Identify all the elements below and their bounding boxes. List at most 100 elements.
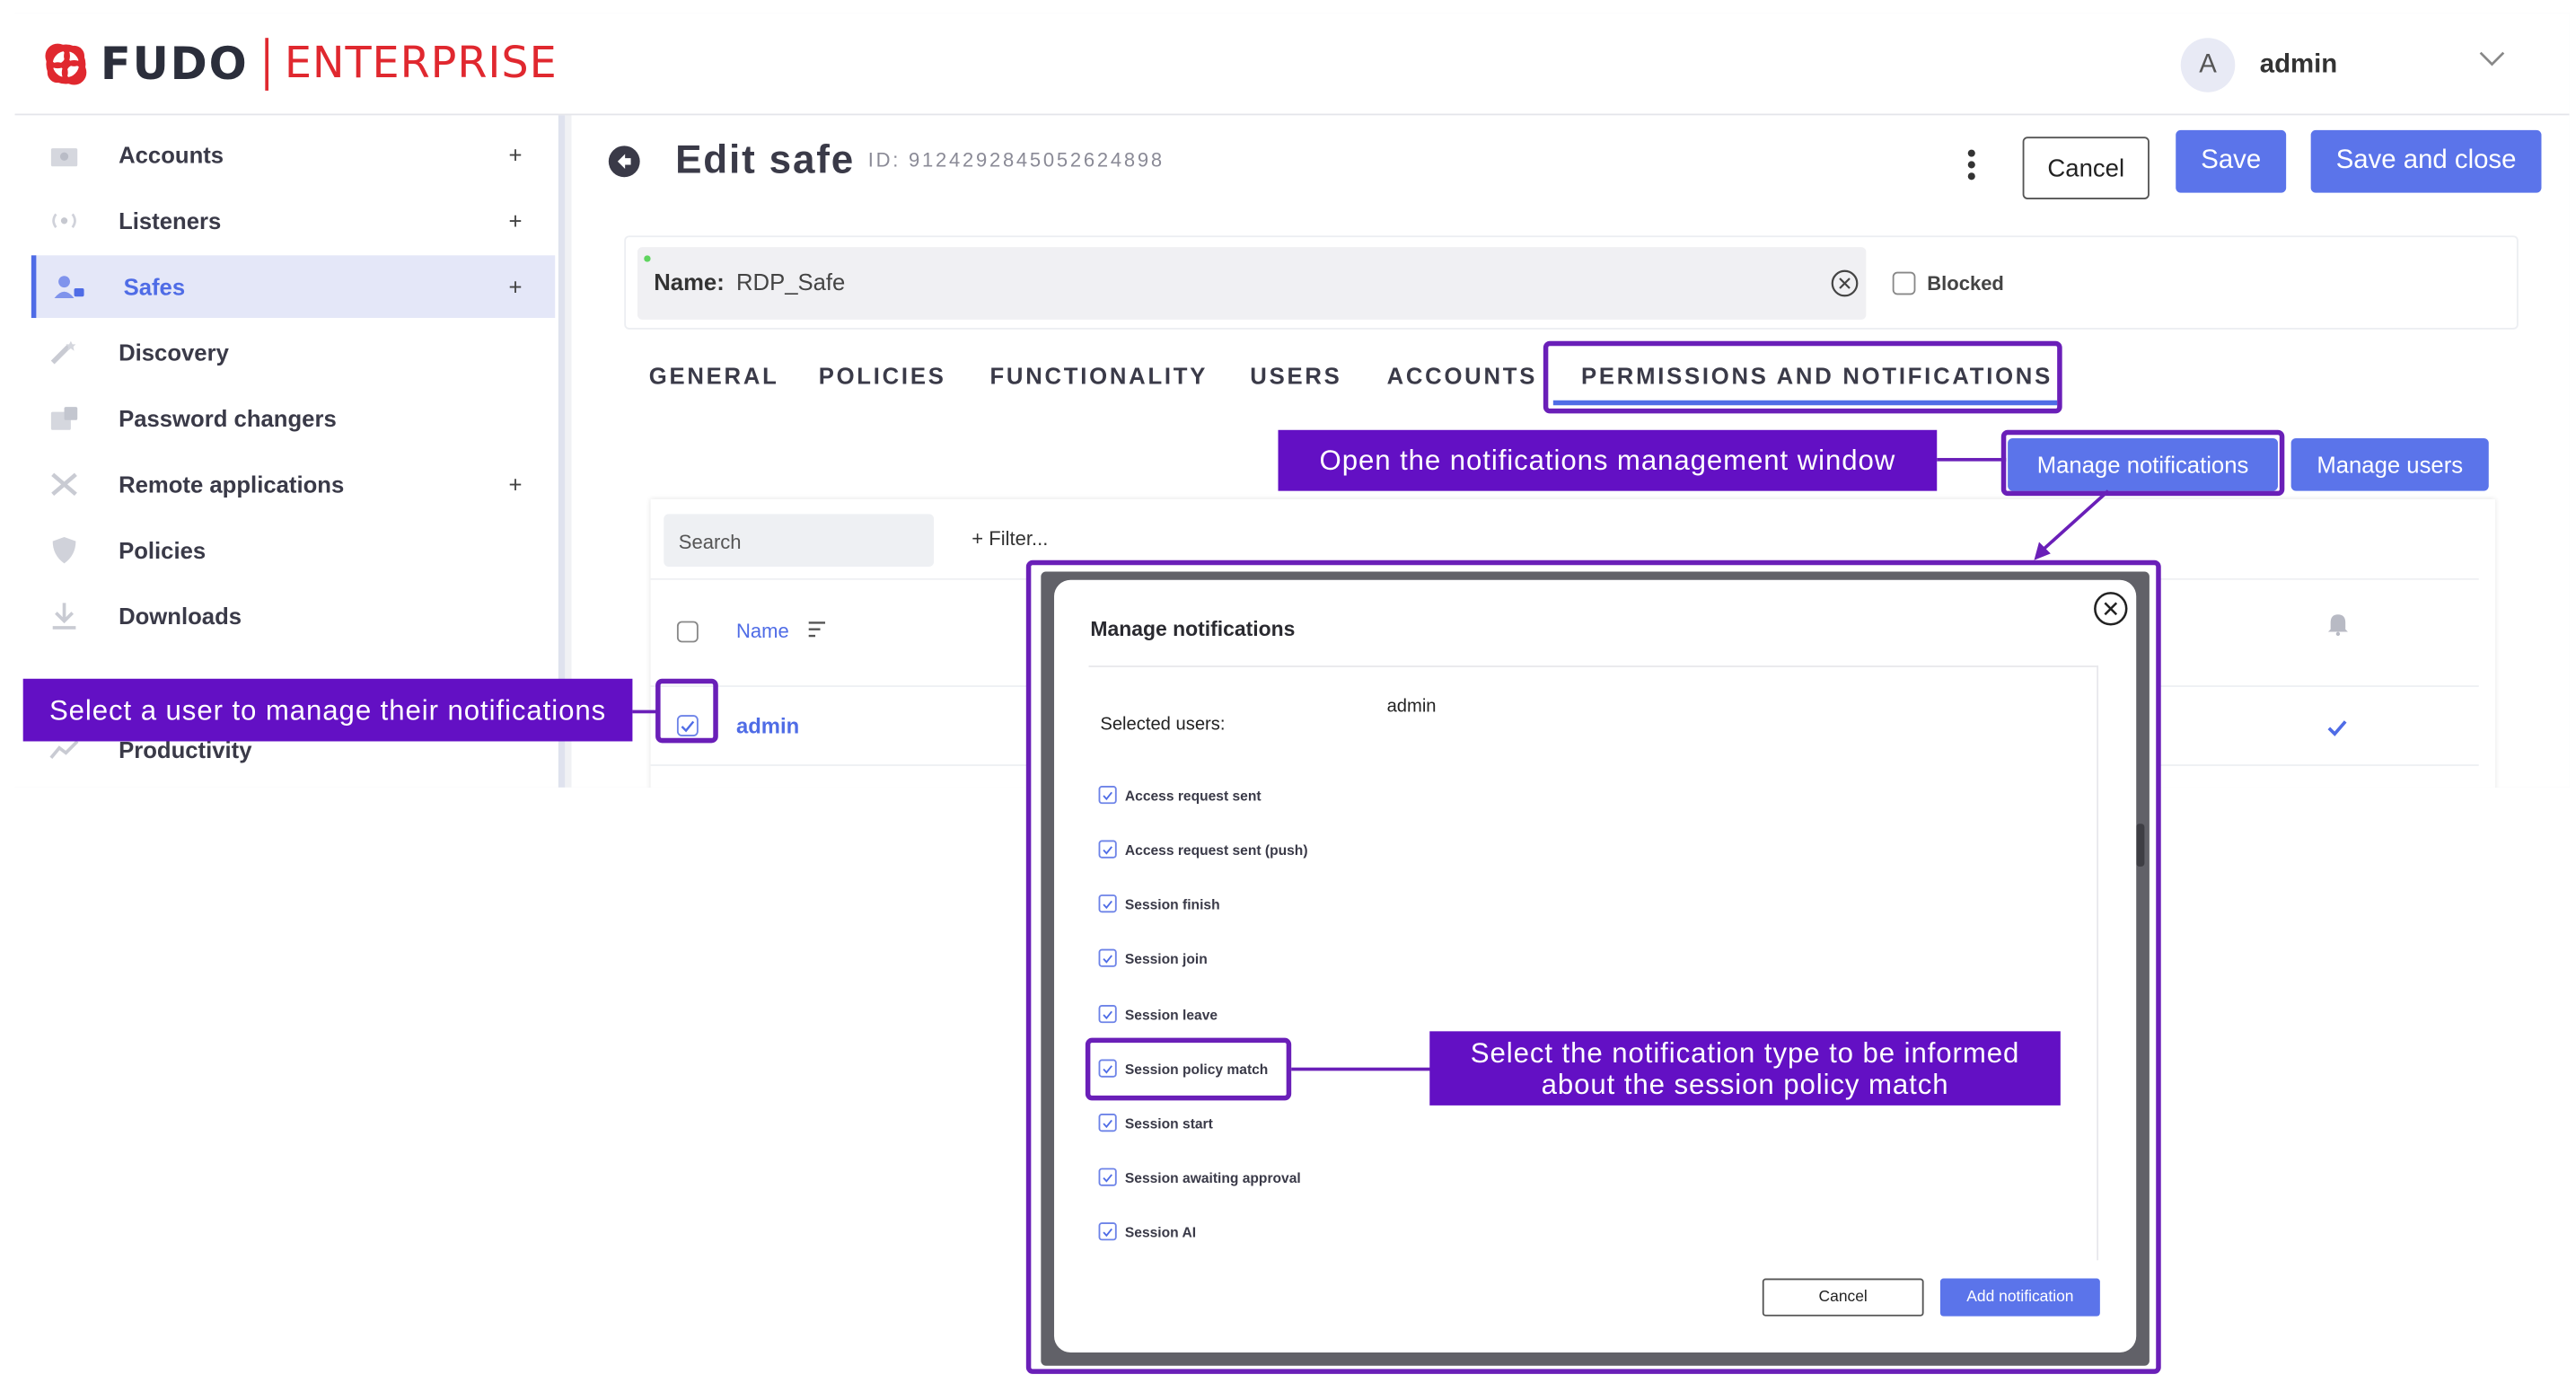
manage-notifications-dialog: Manage notifications Selected users: adm… xyxy=(1054,579,2137,1353)
notification-label: Session awaiting approval xyxy=(1124,1168,1301,1185)
bell-icon xyxy=(2327,614,2348,637)
avatar[interactable]: A xyxy=(2180,38,2236,93)
notification-checkbox[interactable] xyxy=(1098,1167,1117,1186)
sidebar-item-policies[interactable]: Policies xyxy=(31,519,555,582)
notification-option[interactable]: Session leave xyxy=(1098,1004,1218,1024)
notification-option[interactable]: Session AI xyxy=(1098,1222,1197,1241)
manage-users-button[interactable]: Manage users xyxy=(2290,437,2489,491)
sidebar-item-accounts[interactable]: Accounts + xyxy=(31,124,555,187)
back-icon[interactable] xyxy=(608,145,641,178)
tab-accounts[interactable]: ACCOUNTS xyxy=(1387,363,1538,389)
callout-connector xyxy=(1291,1067,1432,1071)
session-policy-match-highlight xyxy=(1085,1037,1292,1101)
logo-word: FUDO xyxy=(100,39,249,90)
notification-checkbox[interactable] xyxy=(1098,1222,1117,1241)
password-changers-icon xyxy=(48,402,81,436)
more-options-icon[interactable] xyxy=(1966,148,1976,181)
notified-check-icon xyxy=(2327,720,2347,736)
blocked-checkbox[interactable] xyxy=(1892,271,1916,295)
notification-option[interactable]: Session awaiting approval xyxy=(1098,1167,1301,1186)
search-input[interactable]: Search xyxy=(664,514,935,568)
notification-option[interactable]: Access request sent xyxy=(1098,786,1262,805)
safe-name-field[interactable]: Name: RDP_Safe xyxy=(637,247,1867,320)
notification-checkbox[interactable] xyxy=(1098,948,1117,967)
sidebar-item-discovery[interactable]: Discovery xyxy=(31,322,555,384)
name-value[interactable]: RDP_Safe xyxy=(736,269,845,295)
sort-icon[interactable] xyxy=(807,620,827,639)
fudo-logo-mark-icon xyxy=(45,43,87,85)
sidebar-item-label: Remote applications xyxy=(119,471,345,498)
sidebar-item-password-changers[interactable]: Password changers xyxy=(31,387,555,450)
notification-option[interactable]: Session start xyxy=(1098,1114,1213,1132)
add-remote-application-icon[interactable]: + xyxy=(508,471,522,498)
user-menu[interactable]: A admin xyxy=(2180,38,2337,93)
top-bar: FUDO ENTERPRISE A admin xyxy=(14,13,2570,116)
screenshot-stage: FUDO ENTERPRISE A admin Accounts + Liste… xyxy=(0,0,2576,1392)
remote-applications-icon xyxy=(48,468,81,501)
safe-name-card: Name: RDP_Safe Blocked xyxy=(624,235,2519,330)
arrow-connector xyxy=(2034,489,2110,560)
tab-highlight-frame xyxy=(1543,340,2062,414)
sidebar-item-remote-applications[interactable]: Remote applications + xyxy=(31,453,555,515)
user-name-link[interactable]: admin xyxy=(736,713,799,738)
filter-button[interactable]: + Filter... xyxy=(971,527,1048,551)
add-account-icon[interactable]: + xyxy=(508,142,522,168)
chevron-down-icon[interactable] xyxy=(2477,46,2507,69)
tab-functionality[interactable]: FUNCTIONALITY xyxy=(989,363,1208,389)
sidebar-item-downloads[interactable]: Downloads xyxy=(31,585,555,648)
add-listener-icon[interactable]: + xyxy=(508,207,522,233)
selected-users-label: Selected users: xyxy=(1100,715,1226,736)
row-checkbox-highlight xyxy=(655,678,718,744)
sidebar-item-listeners[interactable]: Listeners + xyxy=(31,189,555,252)
notification-label: Access request sent xyxy=(1124,786,1262,804)
sidebar-item-label: Listeners xyxy=(119,207,222,234)
cancel-button[interactable]: Cancel xyxy=(2022,137,2150,199)
save-and-close-button[interactable]: Save and close xyxy=(2310,129,2542,193)
sidebar-item-label: Downloads xyxy=(119,603,242,630)
save-button[interactable]: Save xyxy=(2176,129,2287,193)
downloads-icon xyxy=(48,600,81,633)
check-icon xyxy=(1103,790,1112,800)
notification-checkbox[interactable] xyxy=(1098,1004,1117,1024)
name-label: Name: xyxy=(654,269,725,295)
notification-label: Session AI xyxy=(1124,1223,1197,1240)
logo-edition: ENTERPRISE xyxy=(284,40,558,90)
dialog-title: Manage notifications xyxy=(1090,617,1296,641)
add-notification-button[interactable]: Add notification xyxy=(1939,1278,2100,1317)
safes-icon xyxy=(53,270,86,304)
notification-label: Session join xyxy=(1124,949,1208,966)
notification-checkbox[interactable] xyxy=(1098,894,1117,913)
fudo-logo: FUDO ENTERPRISE xyxy=(41,36,558,92)
notification-checkbox[interactable] xyxy=(1098,840,1117,859)
callout-line: about the session policy match xyxy=(1541,1068,1949,1100)
check-icon xyxy=(1103,1227,1112,1237)
notification-option[interactable]: Session finish xyxy=(1098,894,1220,913)
sidebar-item-label: Policies xyxy=(119,537,207,564)
select-all-checkbox[interactable] xyxy=(676,621,699,643)
tab-users[interactable]: USERS xyxy=(1250,363,1341,389)
user-name[interactable]: admin xyxy=(2260,50,2337,80)
notification-checkbox[interactable] xyxy=(1098,1114,1117,1132)
manage-notifications-highlight xyxy=(2000,429,2285,497)
sidebar-item-safes[interactable]: Safes + xyxy=(31,255,556,319)
callout-connector xyxy=(1937,457,2007,462)
check-icon xyxy=(1103,1009,1112,1019)
sidebar-item-label: Password changers xyxy=(119,405,337,432)
add-safe-icon[interactable]: + xyxy=(508,274,522,300)
callout-select-notification-type: Select the notification type to be infor… xyxy=(1429,1031,2061,1106)
notification-checkbox[interactable] xyxy=(1098,786,1117,805)
tab-policies[interactable]: POLICIES xyxy=(819,363,946,389)
blocked-label: Blocked xyxy=(1927,271,2004,295)
required-indicator xyxy=(644,255,651,262)
tab-general[interactable]: GENERAL xyxy=(649,363,779,389)
check-icon xyxy=(1103,1173,1112,1182)
callout-open-notifications: Open the notifications management window xyxy=(1278,429,1938,491)
notification-option[interactable]: Access request sent (push) xyxy=(1098,840,1308,859)
dialog-cancel-button[interactable]: Cancel xyxy=(1762,1278,1924,1317)
discovery-icon xyxy=(48,336,81,369)
close-icon[interactable] xyxy=(2094,592,2129,627)
notification-label: Session finish xyxy=(1124,894,1220,912)
clear-icon[interactable] xyxy=(1830,269,1859,298)
column-header-name[interactable]: Name xyxy=(736,620,789,643)
notification-option[interactable]: Session join xyxy=(1098,948,1208,967)
